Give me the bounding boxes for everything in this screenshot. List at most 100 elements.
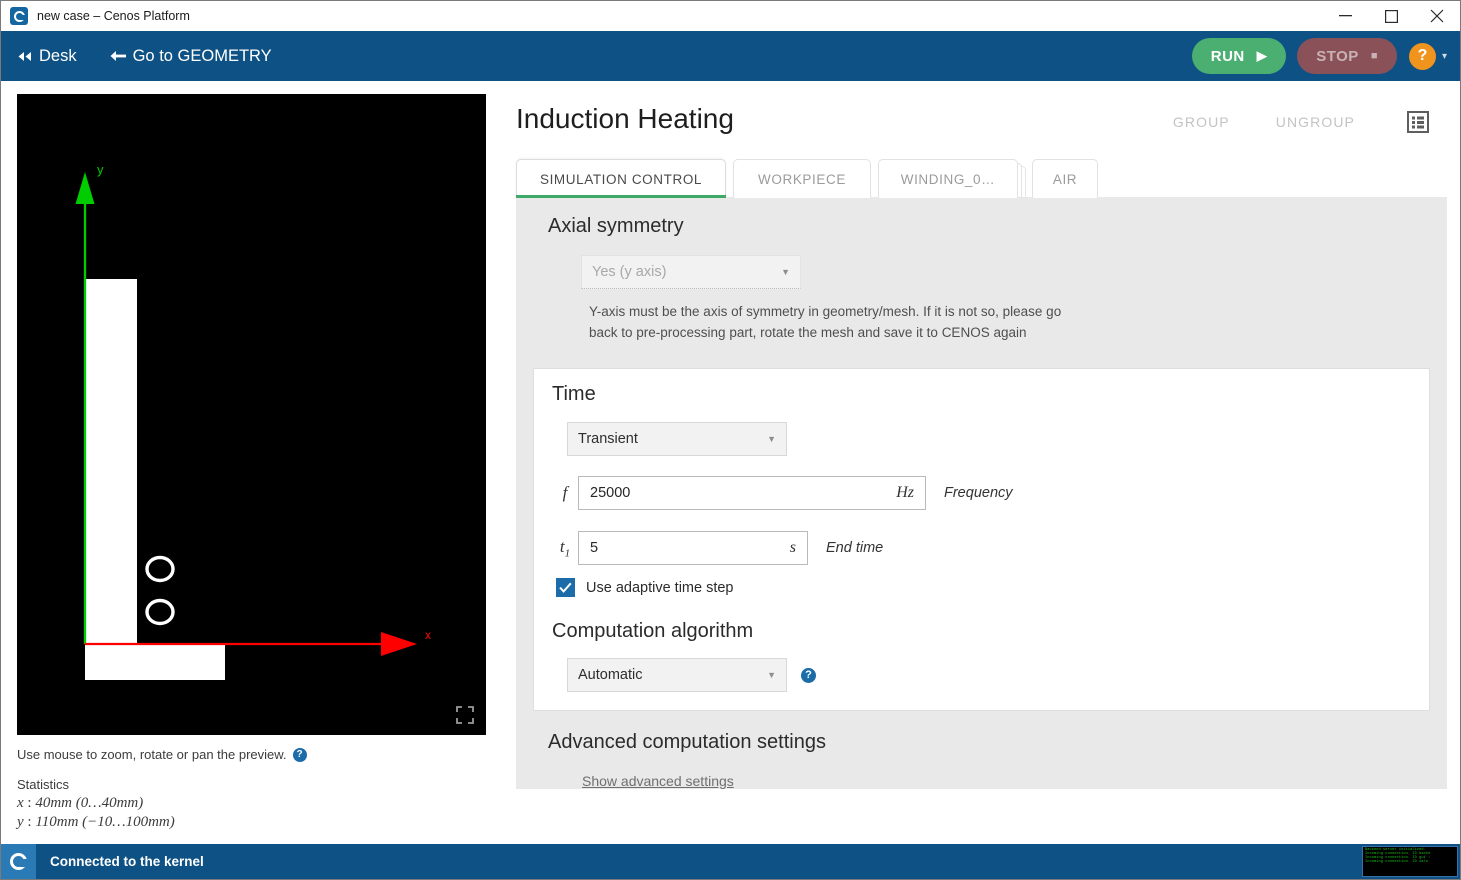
algorithm-row: Automatic ▼ ?: [567, 658, 1429, 692]
preview-panel: y x Use mouse to zoom, rotate or pan the…: [17, 94, 486, 832]
statistics-title: Statistics: [17, 777, 70, 792]
tab-workpiece-label: WORKPIECE: [758, 171, 846, 187]
algorithm-help-icon[interactable]: ?: [801, 667, 816, 683]
header-actions: GROUP UNGROUP: [1173, 97, 1447, 133]
tab-air-label: AIR: [1052, 171, 1078, 187]
axial-symmetry-title: Axial symmetry: [548, 215, 684, 237]
status-bar: Connected to the kernel Backend server i…: [1, 844, 1460, 879]
algorithm-title: Computation algorithm: [552, 620, 754, 642]
tab-winding-0[interactable]: WINDING_0…: [878, 159, 1018, 198]
help-button[interactable]: ?: [1408, 42, 1436, 70]
adaptive-timestep-row: Use adaptive time step: [556, 578, 1429, 597]
chevron-down-icon: ▼: [767, 670, 776, 680]
run-label: RUN: [1210, 47, 1245, 65]
check-icon: [559, 582, 572, 593]
endtime-value: 5: [590, 540, 599, 556]
axial-symmetry-hint-line1: Y-axis must be the axis of symmetry in g…: [589, 304, 1062, 319]
preview-hint: Use mouse to zoom, rotate or pan the pre…: [17, 747, 486, 762]
play-icon: ▶: [1256, 48, 1268, 63]
frequency-label: Frequency: [944, 485, 1013, 501]
stop-button[interactable]: STOP ■: [1297, 38, 1397, 74]
statistics-y-symbol: y: [17, 814, 24, 830]
tab-simulation-control[interactable]: SIMULATION CONTROL: [516, 159, 726, 198]
statistics-x-symbol: x: [17, 795, 24, 811]
arrow-left-icon: [110, 50, 127, 62]
chevron-down-icon[interactable]: ▾: [1442, 51, 1447, 62]
main-toolbar: Desk Go to GEOMETRY RUN ▶ STOP ■ ? ▾: [1, 31, 1460, 81]
algorithm-select[interactable]: Automatic ▼: [567, 658, 787, 692]
window-title: new case – Cenos Platform: [37, 9, 190, 23]
stop-label: STOP: [1316, 47, 1359, 65]
chevron-down-icon: ▼: [781, 267, 790, 277]
run-button[interactable]: RUN ▶: [1191, 38, 1287, 74]
statistics-x-value: 40mm (0…40mm): [35, 795, 144, 811]
list-view-icon[interactable]: [1407, 110, 1429, 133]
ungroup-button[interactable]: UNGROUP: [1276, 114, 1355, 130]
preview-help-icon[interactable]: ?: [292, 747, 307, 762]
adaptive-timestep-checkbox[interactable]: [556, 578, 575, 597]
axial-symmetry-hint: Y-axis must be the axis of symmetry in g…: [589, 301, 1447, 343]
content-header: Induction Heating GROUP UNGROUP: [516, 94, 1447, 135]
time-mode-value: Transient: [578, 431, 638, 447]
time-section: Time Transient ▼ f 25000 Hz Frequency t1…: [534, 383, 1429, 692]
fullscreen-icon[interactable]: [456, 706, 474, 724]
tab-air[interactable]: AIR: [1032, 159, 1098, 198]
desk-label: Desk: [39, 46, 77, 65]
maximize-icon[interactable]: [1368, 1, 1414, 31]
tab-bar: SIMULATION CONTROL WORKPIECE WINDING_0… …: [516, 159, 1447, 198]
kernel-status-text: Connected to the kernel: [50, 854, 204, 869]
statistics-x-row: x : 40mm (0…40mm): [17, 794, 486, 813]
advanced-section: Advanced computation settings Show advan…: [516, 731, 1447, 789]
axial-symmetry-section: Axial symmetry Yes (y axis) ▼ Y-axis mus…: [516, 215, 1447, 343]
frequency-row: f 25000 Hz Frequency: [552, 476, 1429, 510]
axial-symmetry-hint-line2: back to pre-processing part, rotate the …: [589, 325, 1027, 340]
console-log[interactable]: Backend server initialized. Incoming con…: [1362, 846, 1458, 877]
application-window: new case – Cenos Platform Desk Go to GEO…: [0, 0, 1461, 880]
tab-winding-0-label: WINDING_0…: [900, 171, 996, 187]
stop-square-icon: ■: [1370, 50, 1378, 62]
axis-x-label: x: [425, 628, 431, 642]
minimize-icon[interactable]: [1322, 1, 1368, 31]
time-card: Time Transient ▼ f 25000 Hz Frequency t1…: [533, 368, 1430, 711]
frequency-unit: Hz: [896, 484, 914, 501]
endtime-unit: s: [789, 539, 796, 556]
statistics-y-value: 110mm (−10…100mm): [35, 814, 175, 830]
preview-hint-text: Use mouse to zoom, rotate or pan the pre…: [17, 747, 287, 762]
cenos-logo-icon: [10, 7, 28, 25]
adaptive-timestep-label: Use adaptive time step: [586, 579, 734, 596]
tab-workpiece[interactable]: WORKPIECE: [733, 159, 871, 198]
endtime-label: End time: [826, 540, 884, 556]
simulation-control-panel: Axial symmetry Yes (y axis) ▼ Y-axis mus…: [516, 197, 1447, 789]
frequency-symbol: f: [562, 483, 568, 502]
endtime-symbol: t1: [559, 536, 571, 560]
cenos-logo-icon: [1, 844, 36, 879]
double-chevron-left-icon: [17, 51, 33, 62]
frequency-value: 25000: [590, 485, 631, 501]
group-button[interactable]: GROUP: [1173, 114, 1230, 130]
desk-button[interactable]: Desk: [17, 47, 77, 66]
toolbar-actions: RUN ▶ STOP ■ ? ▾: [1191, 38, 1447, 74]
show-advanced-settings-link[interactable]: Show advanced settings: [582, 773, 1447, 789]
endtime-row: t1 5 s End time: [552, 531, 1429, 565]
tab-simulation-control-label: SIMULATION CONTROL: [539, 171, 703, 187]
time-title: Time: [552, 383, 596, 405]
advanced-title: Advanced computation settings: [548, 731, 826, 753]
settings-panel: Induction Heating GROUP UNGROUP SIMULATI…: [516, 94, 1447, 790]
geometry-viewport[interactable]: y x: [17, 94, 486, 735]
console-line: Incoming connection. ID salo: [1365, 860, 1429, 865]
go-to-geometry-button[interactable]: Go to GEOMETRY: [110, 47, 272, 66]
algorithm-value: Automatic: [578, 667, 643, 683]
close-icon[interactable]: [1414, 1, 1460, 31]
time-mode-select[interactable]: Transient ▼: [567, 422, 787, 456]
frequency-input[interactable]: 25000 Hz: [578, 476, 926, 510]
endtime-input[interactable]: 5 s: [578, 531, 808, 565]
title-bar: new case – Cenos Platform: [1, 1, 1460, 31]
statistics-block: Statistics x : 40mm (0…40mm) y : 110mm (…: [17, 775, 486, 832]
page-title: Induction Heating: [516, 103, 734, 134]
geometry-render: y x: [17, 94, 486, 735]
axial-symmetry-value: Yes (y axis): [592, 264, 667, 280]
axis-y-label: y: [97, 162, 104, 177]
statistics-y-row: y : 110mm (−10…100mm): [17, 813, 486, 832]
geometry-label: Go to GEOMETRY: [132, 46, 272, 65]
window-controls: [1322, 1, 1460, 31]
